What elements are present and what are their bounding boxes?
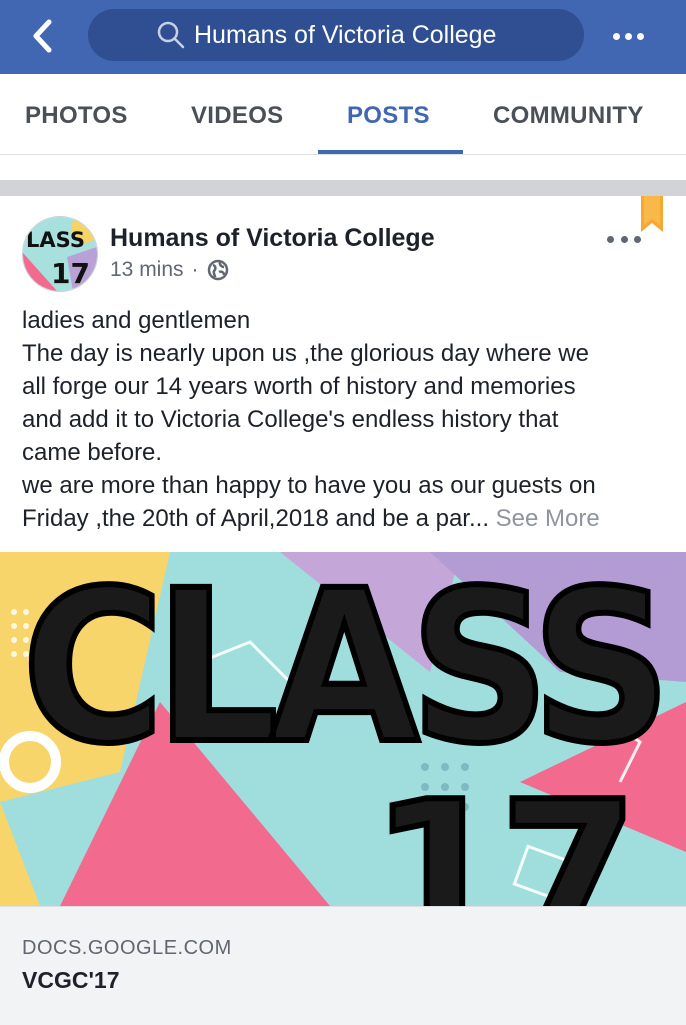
page-name-link[interactable]: Humans of Victoria College [110, 224, 435, 253]
tab-community[interactable]: COMMUNITY [493, 74, 644, 154]
tab-photos[interactable]: PHOTOS [25, 74, 128, 154]
post-image[interactable]: CLASS 17 [0, 552, 686, 906]
link-preview[interactable]: DOCS.GOOGLE.COM VCGC'17 [0, 906, 686, 1025]
search-text: Humans of Victoria College [194, 20, 497, 49]
active-tab-indicator [318, 150, 463, 154]
back-button[interactable] [22, 14, 62, 58]
link-domain: DOCS.GOOGLE.COM [22, 937, 232, 959]
bookmark-icon[interactable] [641, 196, 663, 232]
post-card: LASS 17 Humans of Victoria College 13 mi… [0, 196, 686, 1025]
search-icon [157, 21, 185, 49]
search-input[interactable]: Humans of Victoria College [88, 9, 584, 61]
svg-text:17: 17 [370, 759, 628, 906]
page-tabs: PHOTOS VIDEOS POSTS COMMUNITY [0, 74, 686, 155]
post-text-line: Friday ,the 20th of April,2018 and be a … [22, 505, 489, 532]
svg-text:LASS: LASS [26, 228, 85, 252]
more-dots-icon [612, 32, 620, 40]
avatar[interactable]: LASS 17 [22, 216, 98, 292]
section-divider [0, 180, 686, 196]
tab-videos[interactable]: VIDEOS [191, 74, 284, 154]
more-options-button[interactable] [606, 22, 650, 50]
post-timestamp[interactable]: 13 mins [110, 258, 184, 282]
svg-text:17: 17 [51, 257, 90, 290]
globe-icon [207, 259, 228, 281]
class-17-artwork: CLASS 17 [0, 552, 686, 906]
post-meta: 13 mins · [110, 258, 229, 282]
post-text-line: and add it to Victoria College's endless… [22, 406, 559, 433]
post-options-button[interactable] [607, 232, 641, 246]
tab-posts[interactable]: POSTS [347, 74, 430, 154]
meta-separator: · [191, 258, 199, 281]
top-nav-bar: Humans of Victoria College [0, 0, 686, 74]
post-body-text: ladies and gentlemen The day is nearly u… [22, 304, 670, 535]
post-text-line: all forge our 14 years worth of history … [22, 373, 576, 400]
chevron-left-icon [33, 19, 52, 53]
see-more-link[interactable]: See More [496, 505, 600, 532]
spacer [0, 155, 686, 181]
svg-text:CLASS: CLASS [22, 552, 662, 790]
post-text-line: came before. [22, 439, 163, 466]
link-title[interactable]: VCGC'17 [22, 967, 120, 994]
post-text-line: ladies and gentlemen [22, 307, 251, 334]
avatar-image: LASS 17 [23, 217, 97, 291]
post-text-line: The day is nearly upon us ,the glorious … [22, 340, 589, 367]
post-text-line: we are more than happy to have you as ou… [22, 472, 596, 499]
more-dots-icon [607, 235, 614, 243]
